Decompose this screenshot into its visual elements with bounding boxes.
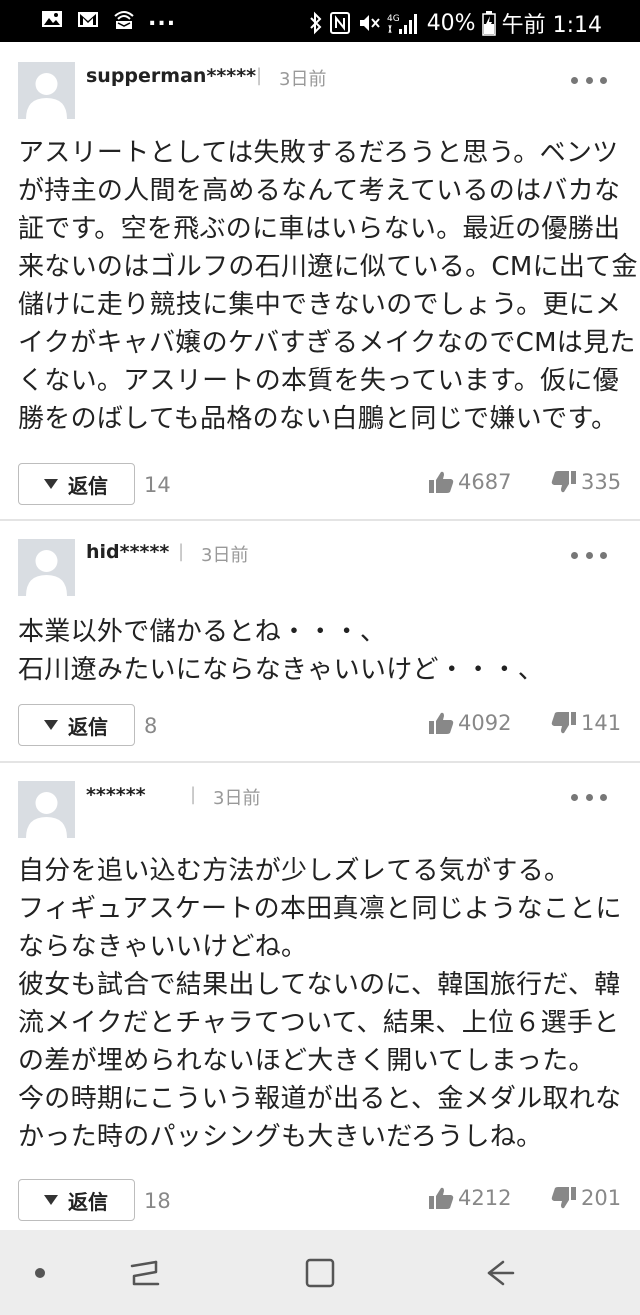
battery-percent: 40% [426,10,476,36]
dot-icon[interactable] [20,1230,60,1315]
dislike-button[interactable]: 141 [551,711,621,735]
bluetooth-icon [309,11,323,35]
comment-date: 3日前 [279,69,327,90]
svg-text:4G: 4G [387,14,400,24]
home-icon[interactable] [290,1230,350,1315]
separator: | [178,541,185,562]
thumbs-down-icon [551,471,576,493]
mute-icon [357,11,381,35]
like-button[interactable]: 4687 [428,470,511,494]
username[interactable]: hid***** [86,541,169,563]
dislike-count: 201 [581,1186,622,1210]
comment-line: が持主の人間を高めるなんて考えているのはバカな [18,176,621,206]
reply-label: 返信 [68,1189,108,1214]
avatar[interactable] [18,539,75,596]
comment-line: 今の時期にこういう報道が出ると、金メダル取れな [18,1084,622,1114]
image-icon [40,8,64,30]
dislike-count: 335 [581,470,622,494]
nfc-icon [329,11,351,35]
avatar[interactable] [18,781,75,838]
comment-line: アスリートとしては失敗するだろうと思う。ベンツ [18,138,619,168]
comment-line: イクがキャバ嬢のケバすぎるメイクなのでCMは見た [18,328,636,358]
thumbs-down-icon [551,712,576,734]
comment-line: 本業以外で儲かるとね・・・、 [18,617,387,647]
separator: | [190,784,197,805]
like-button[interactable]: 4092 [428,711,511,735]
comment-line: 儲けに走り競技に集中できないのでしょう。更にメ [18,290,622,320]
comment-line: 証です。空を飛ぶのに車はいらない。最近の優勝出 [18,214,621,244]
more-options-icon[interactable] [571,74,607,86]
more-options-icon[interactable] [571,791,607,803]
back-icon[interactable] [470,1230,530,1315]
comment-item: hid***** | 3日前 本業以外で儲かるとね・・・、 石川遼みたいにならな… [0,521,640,761]
comment-line: 勝をのばしても品格のない白鵬と同じで嫌いです。 [18,404,618,434]
gmail-icon [76,8,100,30]
comment-line: 石川遼みたいにならなきゃいいけど・・・、 [18,655,545,685]
comment-body: 自分を追い込む方法が少しズレてる気がする。 フィギュアスケートの本田真凛と同じよ… [18,852,628,1156]
reply-button[interactable]: 返信 [18,704,135,746]
comment-date: 3日前 [201,545,249,566]
chevron-down-icon [44,479,58,489]
avatar[interactable] [18,62,75,119]
reply-button[interactable]: 返信 [18,1179,135,1221]
comment-date: 3日前 [213,788,261,809]
comment-item: supperman***** | 3日前 アスリートとしては失敗するだろうと思う… [0,42,640,520]
like-count: 4687 [458,470,512,494]
comment-body: 本業以外で儲かるとね・・・、 石川遼みたいにならなきゃいいけど・・・、 [18,613,628,689]
comment-line: フィギュアスケートの本田真凛と同じようなことに [18,894,622,924]
dislike-button[interactable]: 201 [551,1186,621,1210]
like-count: 4092 [458,711,512,735]
comment-line: の差が埋められないほど大きく開いてしまった。 [18,1046,595,1076]
comment-line: 流メイクだとチャラてついて、結果、上位６選手と [18,1008,620,1038]
reply-label: 返信 [68,473,108,498]
like-count: 4212 [458,1186,512,1210]
reply-label: 返信 [68,714,108,739]
clock: 午前 1:14 [501,13,602,38]
signal-icon: 4G [387,11,421,35]
reply-count: 18 [144,1189,171,1213]
cast-icon [112,8,136,30]
chevron-down-icon [44,1195,58,1205]
comment-item: ****** | 3日前 自分を追い込む方法が少しズレてる気がする。 フィギュア… [0,763,640,1230]
status-bar: ... 4G 40% 午前 1:14 [0,0,640,42]
username[interactable]: supperman***** [86,65,256,87]
reply-count: 14 [144,473,171,497]
thumbs-up-icon [429,1187,454,1209]
dislike-button[interactable]: 335 [551,470,621,494]
comment-body: アスリートとしては失敗するだろうと思う。ベンツ が持主の人間を高めるなんて考えて… [18,134,638,438]
comment-line: 来ないのはゴルフの石川遼に似ている。CMに出て金 [18,252,638,282]
like-button[interactable]: 4212 [428,1186,511,1210]
comment-line: 自分を追い込む方法が少しズレてる気がする。 [18,856,571,886]
navigation-bar [0,1230,640,1315]
separator: | [256,65,263,86]
comment-line: くない。アスリートの本質を失っています。仮に優 [18,366,620,396]
comment-line: ならなきゃいいけどね。 [18,932,308,962]
battery-icon [481,10,496,36]
thumbs-down-icon [551,1187,576,1209]
comment-line: 彼女も試合で結果出してないのに、韓国旅行だ、韓 [18,970,621,1000]
thumbs-up-icon [429,712,454,734]
more-options-icon[interactable] [571,549,607,561]
thumbs-up-icon [429,471,454,493]
username[interactable]: ****** [86,784,146,806]
recent-apps-icon[interactable] [115,1230,175,1315]
reply-button[interactable]: 返信 [18,463,135,505]
chevron-down-icon [44,720,58,730]
dislike-count: 141 [581,711,622,735]
reply-count: 8 [144,714,158,738]
more-notifications-icon: ... [148,6,177,31]
comment-line: かった時のパッシングも大きいだろうしね。 [18,1122,543,1152]
